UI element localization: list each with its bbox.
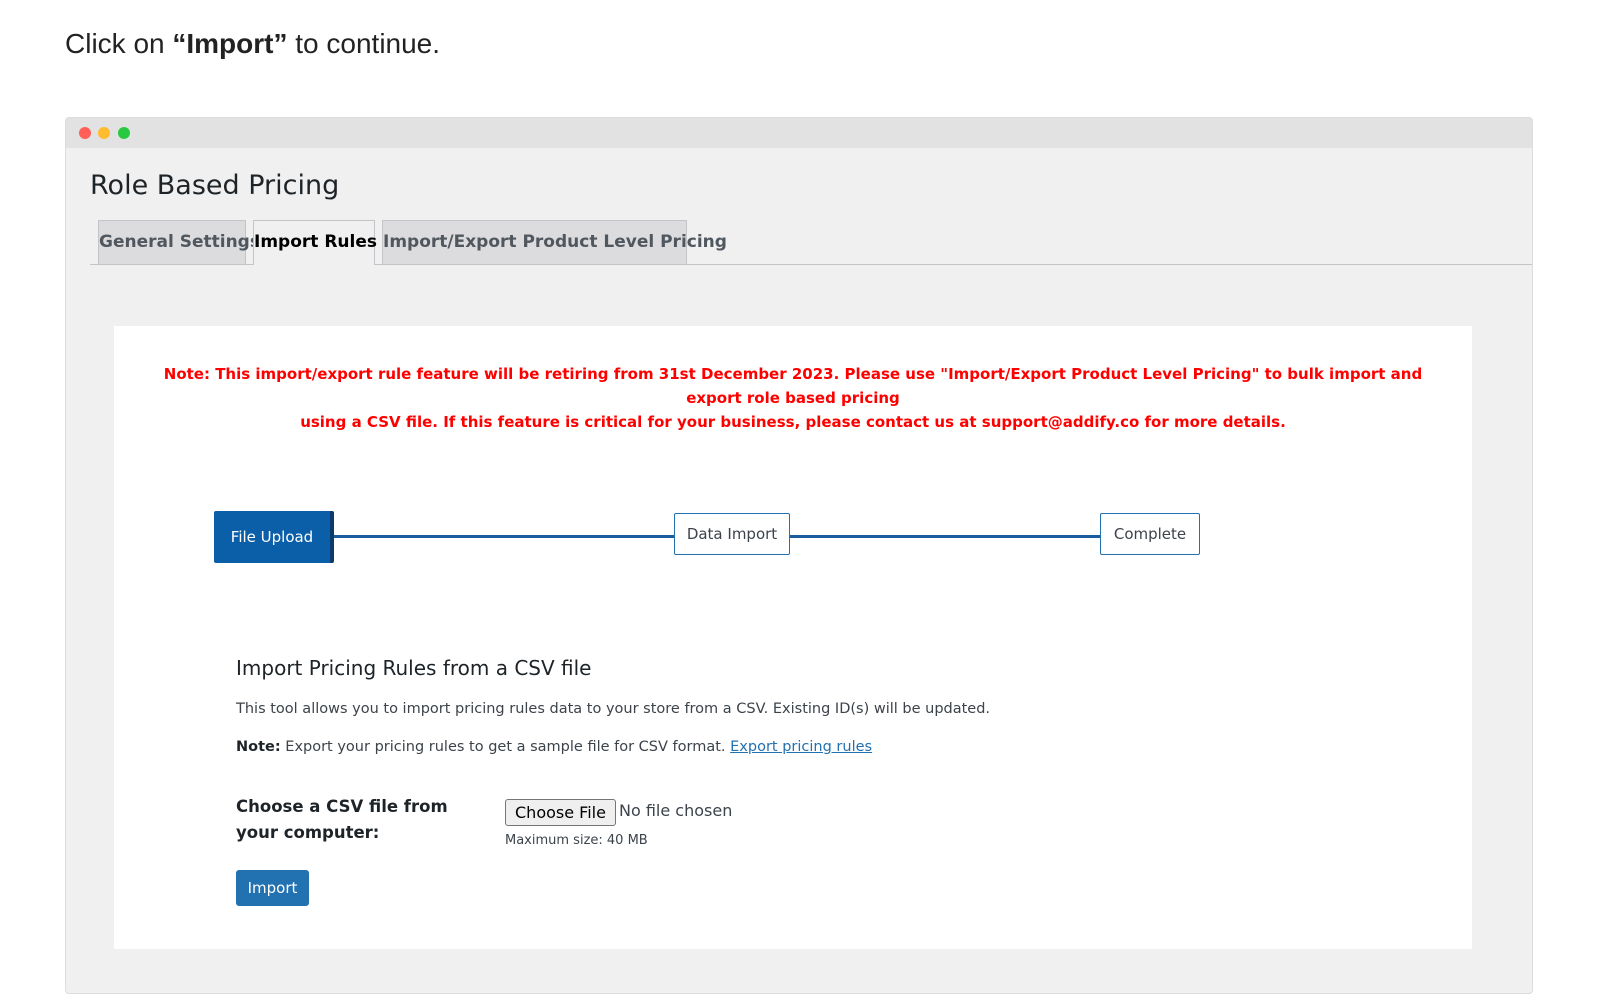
file-status-text: No file chosen — [619, 801, 733, 820]
retirement-notice-line1: Note: This import/export rule feature wi… — [163, 365, 1423, 407]
instruction-text: Click on “Import” to continue. — [65, 28, 440, 60]
minimize-window-icon[interactable] — [98, 127, 110, 139]
instruction-prefix: Click on — [65, 28, 173, 59]
note-text: Export your pricing rules to get a sampl… — [280, 739, 731, 755]
instruction-emphasis: “Import” — [172, 28, 288, 59]
max-size-hint: Maximum size: 40 MB — [505, 833, 648, 848]
import-panel: Note: This import/export rule feature wi… — [114, 326, 1472, 949]
export-pricing-rules-link[interactable]: Export pricing rules — [730, 739, 872, 755]
step-file-upload: File Upload — [214, 511, 334, 563]
tab-general-settings[interactable]: General Settings — [98, 220, 260, 264]
export-note: Note: Export your pricing rules to get a… — [236, 739, 872, 755]
maximize-window-icon[interactable] — [118, 127, 130, 139]
tool-description: This tool allows you to import pricing r… — [236, 701, 991, 717]
step-connector — [790, 535, 1100, 538]
file-field-label: Choose a CSV file from your computer: — [236, 797, 448, 842]
section-title: Import Pricing Rules from a CSV file — [236, 656, 592, 680]
tab-import-export-product-level-pricing[interactable]: Import/Export Product Level Pricing — [382, 220, 727, 264]
tab-import-rules[interactable]: Import Rules — [253, 220, 377, 265]
step-connector — [334, 535, 674, 538]
browser-window: Role Based Pricing General Settings Impo… — [65, 117, 1533, 994]
note-label: Note: — [236, 739, 281, 755]
instruction-suffix: to continue. — [287, 28, 441, 59]
page-title: Role Based Pricing — [90, 170, 340, 201]
close-window-icon[interactable] — [79, 127, 91, 139]
retirement-notice-line2: using a CSV file. If this feature is cri… — [300, 413, 1286, 431]
choose-file-button[interactable]: Choose File — [505, 799, 616, 826]
import-button[interactable]: Import — [236, 870, 309, 906]
import-steps: File Upload Data Import Complete — [214, 511, 1200, 563]
window-titlebar — [66, 118, 1532, 148]
retirement-notice: Note: This import/export rule feature wi… — [134, 362, 1452, 434]
settings-tabs: General Settings Import Rules Import/Exp… — [90, 220, 1532, 265]
step-data-import: Data Import — [674, 513, 790, 555]
step-complete: Complete — [1100, 513, 1200, 555]
